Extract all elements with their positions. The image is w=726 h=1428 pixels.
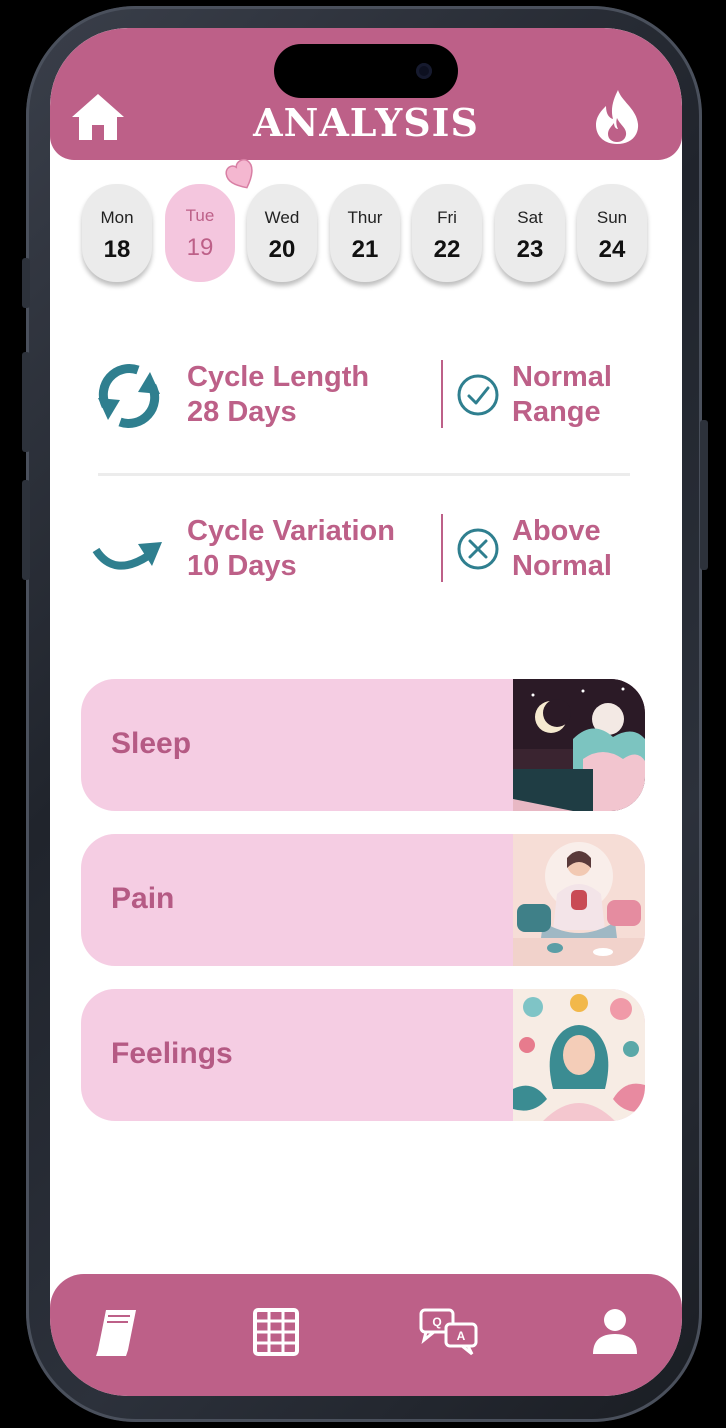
- phone-volume-up: [22, 352, 30, 452]
- dynamic-island: [274, 44, 458, 98]
- stat-label: Cycle Length 28 Days: [187, 360, 369, 430]
- card-label: Pain: [111, 882, 175, 915]
- cycle-length-stat: Cycle Length 28 Days Normal Range: [50, 360, 682, 440]
- feelings-card[interactable]: Feelings: [81, 989, 645, 1121]
- stat-value: 28 Days: [187, 396, 297, 428]
- day-name: Tue: [185, 206, 215, 225]
- day-tue-selected[interactable]: Tue 19: [165, 184, 235, 282]
- stat-label: Cycle Variation 10 Days: [187, 514, 395, 584]
- day-name: Fri: [437, 208, 457, 227]
- section-divider: [98, 473, 630, 476]
- page-title: ANALYSIS: [253, 100, 479, 145]
- streak-button[interactable]: [592, 88, 642, 146]
- day-name: Sun: [596, 208, 628, 227]
- phone-volume-down: [22, 480, 30, 580]
- check-circle-icon: [457, 374, 499, 416]
- app-screen: ANALYSIS Mon 18 Tue 19 Wed 20 Thur 21 Fr…: [50, 28, 682, 1396]
- svg-text:A: A: [457, 1329, 466, 1343]
- status-label: Above Normal: [512, 514, 612, 584]
- day-name: Thur: [347, 208, 383, 227]
- nav-journal[interactable]: [88, 1306, 148, 1358]
- curved-arrow-icon: [92, 542, 162, 570]
- status-label: Normal Range: [512, 360, 612, 430]
- status-line-2: Range: [512, 396, 601, 428]
- cycle-variation-stat: Cycle Variation 10 Days Above Normal: [50, 514, 682, 594]
- day-sun[interactable]: Sun 24: [577, 184, 647, 282]
- day-number: 19: [186, 234, 214, 261]
- sleep-illustration: [513, 679, 645, 811]
- book-icon: [96, 1310, 136, 1356]
- nav-profile[interactable]: [585, 1306, 645, 1358]
- day-wed[interactable]: Wed 20: [247, 184, 317, 282]
- pain-illustration: [513, 834, 645, 966]
- day-number: 20: [268, 236, 296, 263]
- day-number: 21: [351, 236, 379, 263]
- day-thur[interactable]: Thur 21: [330, 184, 400, 282]
- day-mon[interactable]: Mon 18: [82, 184, 152, 282]
- day-number: 24: [598, 236, 626, 263]
- nav-qa[interactable]: Q A: [418, 1306, 478, 1358]
- day-sat[interactable]: Sat 23: [495, 184, 565, 282]
- stat-title: Cycle Length: [187, 361, 370, 393]
- status-line-1: Above: [512, 515, 601, 547]
- bottom-nav: Q A: [50, 1274, 682, 1396]
- calendar-grid-icon: [253, 1308, 299, 1356]
- divider: [441, 514, 443, 582]
- stat-value: 10 Days: [187, 550, 297, 582]
- pain-card[interactable]: Pain: [81, 834, 645, 966]
- heart-icon: [225, 158, 253, 189]
- day-fri[interactable]: Fri 22: [412, 184, 482, 282]
- day-name: Wed: [264, 208, 300, 227]
- feelings-illustration: [513, 989, 645, 1121]
- day-name: Mon: [100, 208, 134, 227]
- nav-calendar[interactable]: [246, 1306, 306, 1358]
- week-selector: Mon 18 Tue 19 Wed 20 Thur 21 Fri 22 Sat …: [82, 158, 652, 284]
- phone-side-button: [22, 258, 30, 308]
- day-number: 18: [103, 236, 131, 263]
- stat-title: Cycle Variation: [187, 515, 395, 547]
- status-line-2: Normal: [512, 550, 612, 582]
- camera-icon: [416, 63, 432, 79]
- x-circle-icon: [457, 528, 499, 570]
- cycle-refresh-icon: [98, 364, 160, 428]
- status-line-1: Normal: [512, 361, 612, 393]
- flame-icon: [596, 90, 639, 144]
- card-label: Sleep: [111, 727, 192, 760]
- profile-icon: [593, 1309, 637, 1354]
- day-number: 23: [516, 236, 544, 263]
- card-label: Feelings: [111, 1037, 233, 1070]
- svg-text:Q: Q: [432, 1315, 441, 1329]
- qa-chat-icon: Q A: [419, 1308, 478, 1356]
- day-name: Sat: [517, 208, 543, 227]
- phone-power-button: [700, 420, 708, 570]
- day-number: 22: [433, 236, 461, 263]
- divider: [441, 360, 443, 428]
- sleep-card[interactable]: Sleep: [81, 679, 645, 811]
